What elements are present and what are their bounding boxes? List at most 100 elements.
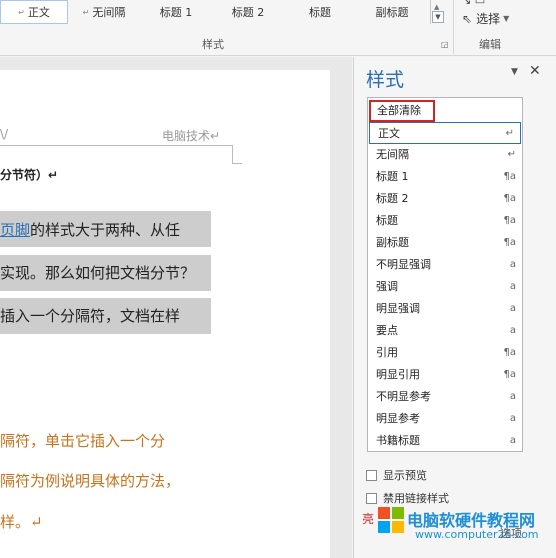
body-text-line: 隔符为例说明具体的方法，	[0, 470, 180, 491]
style-normal[interactable]: 正文 ↵	[369, 122, 521, 144]
gallery-style-label: 正文	[27, 6, 50, 19]
style-no-spacing[interactable]: 无间隔 ↵	[368, 144, 522, 166]
close-icon[interactable]: ✕	[529, 63, 541, 79]
cursor-arrow-icon: ⇖	[462, 11, 473, 26]
paragraph-mark-icon: ↵	[505, 128, 514, 139]
style-label: 引用	[376, 346, 398, 359]
pane-title: 样式	[366, 69, 405, 91]
group-divider	[453, 0, 454, 54]
body-text: 隔符为例说明具体的方法，	[0, 472, 181, 490]
linked-style-icon: ¶a	[503, 347, 517, 358]
gallery-style-title[interactable]: 标题	[284, 0, 356, 24]
style-label: 不明显强调	[376, 258, 431, 271]
styles-group-label: 样式	[202, 38, 224, 51]
show-preview-checkbox[interactable]: 显示预览	[366, 467, 427, 483]
header-corner-mark	[232, 145, 233, 163]
style-quote[interactable]: 引用 ¶a	[368, 342, 522, 364]
gallery-style-label: 标题	[309, 6, 331, 19]
gallery-style-no-spacing[interactable]: ↵ 无间隔	[68, 0, 140, 24]
gallery-style-label: 标题 1	[159, 6, 193, 19]
ribbon: ↘ ▭ ↵ 正文 ↵ 无间隔 标题 1 标题 2 标题 副标题 ▲ ▼ 样式 ◲…	[0, 0, 556, 56]
body-text-line: 隔符，单击它插入一个分	[0, 430, 165, 451]
style-gallery: ↵ 正文 ↵ 无间隔 标题 1 标题 2 标题 副标题	[0, 0, 428, 24]
header-corner-mark	[232, 163, 242, 164]
select-button[interactable]: ⇖ 选择 ▼	[462, 10, 509, 27]
body-text-line: 页脚的样式大于两种、从任	[0, 219, 180, 240]
body-text-line: 插入一个分隔符，文档在样	[0, 305, 180, 326]
character-style-icon: a	[509, 325, 516, 336]
body-text: 样。↵	[0, 513, 43, 531]
gallery-style-normal[interactable]: ↵ 正文	[0, 0, 68, 24]
style-label: 标题	[376, 214, 398, 227]
section-break-heading: 分节符）↵	[0, 168, 59, 182]
style-title[interactable]: 标题 ¶a	[368, 210, 522, 232]
style-label: 无间隔	[376, 148, 409, 161]
gallery-style-heading2[interactable]: 标题 2	[212, 0, 284, 24]
gallery-more-icon[interactable]: ▼	[432, 11, 444, 23]
header-rule	[0, 145, 232, 146]
document-page[interactable]: \/ 电脑技术↵ 分节符）↵ 页脚的样式大于两种、从任 实现。那么如何把文档分节…	[0, 70, 330, 558]
style-book-title[interactable]: 书籍标题 a	[368, 430, 522, 452]
site-watermark: 亮 电脑软硬件教程网 www.computer26.com 选项	[350, 503, 556, 558]
gallery-style-subtitle[interactable]: 副标题	[356, 0, 428, 24]
style-subtle-reference[interactable]: 不明显参考 a	[368, 386, 522, 408]
body-text: 插入一个分隔符，文档在样	[0, 307, 181, 325]
style-clear-all[interactable]: 全部清除	[369, 100, 435, 122]
checkbox-label: 显示预览	[383, 469, 427, 482]
character-style-icon: a	[509, 413, 516, 424]
options-link[interactable]: 选项	[500, 525, 522, 541]
style-label: 要点	[376, 324, 398, 337]
style-intense-quote[interactable]: 明显引用 ¶a	[368, 364, 522, 386]
character-style-icon: a	[509, 281, 516, 292]
body-text: 隔符，单击它插入一个分	[0, 432, 166, 450]
header-left-text: \/	[0, 127, 9, 141]
editing-group-label: 编辑	[479, 38, 501, 51]
gallery-scroll[interactable]: ▲ ▼	[430, 0, 444, 24]
linked-style-icon: ¶a	[503, 237, 517, 248]
style-heading2[interactable]: 标题 2 ¶a	[368, 188, 522, 210]
style-label: 明显参考	[376, 412, 420, 425]
pane-options-dropdown-icon[interactable]: ▼	[511, 67, 518, 77]
paragraph-mark-icon: ↵	[82, 7, 90, 17]
gallery-style-label: 副标题	[375, 6, 409, 19]
character-style-icon: a	[509, 303, 516, 314]
style-label: 副标题	[376, 236, 409, 249]
header-right-text: 电脑技术↵	[162, 129, 221, 143]
word-window: ↘ ▭ ↵ 正文 ↵ 无间隔 标题 1 标题 2 标题 副标题 ▲ ▼ 样式 ◲…	[0, 0, 556, 558]
linked-style-icon: ¶a	[503, 215, 517, 226]
style-intense-reference[interactable]: 明显参考 a	[368, 408, 522, 430]
style-subtitle[interactable]: 副标题 ¶a	[368, 232, 522, 254]
style-heading1[interactable]: 标题 1 ¶a	[368, 166, 522, 188]
character-style-icon: a	[509, 259, 516, 270]
chevron-up-icon[interactable]: ▲	[434, 3, 439, 11]
style-label: 正文	[378, 127, 400, 140]
style-emphasis[interactable]: 强调 a	[368, 276, 522, 298]
gallery-style-label: 无间隔	[92, 6, 126, 19]
paragraph-mark-icon: ↵	[18, 7, 25, 17]
style-label: 强调	[376, 280, 398, 293]
body-text: 实现。那么如何把文档分节？	[0, 264, 196, 282]
gallery-style-label: 标题 2	[231, 6, 265, 19]
style-label: 不明显参考	[376, 390, 431, 403]
ribbon-clipped-button[interactable]: ↘ ▭	[462, 0, 485, 7]
styles-pane: 样式 ▼ ✕ 全部清除 正文 ↵ 无间隔 ↵ 标题 1 ¶a 标题 2 ¶a 标…	[353, 57, 556, 558]
checkbox-box[interactable]	[366, 469, 377, 481]
style-intense-emphasis[interactable]: 明显强调 a	[368, 298, 522, 320]
style-label: 明显强调	[376, 302, 420, 315]
styles-list[interactable]: 全部清除 正文 ↵ 无间隔 ↵ 标题 1 ¶a 标题 2 ¶a 标题 ¶a 副标…	[367, 97, 523, 452]
style-label: 全部清除	[377, 104, 421, 117]
linked-style-icon: ¶a	[503, 193, 517, 204]
body-text-line: 实现。那么如何把文档分节？	[0, 262, 195, 283]
linked-style-icon: ¶a	[503, 369, 517, 380]
chevron-down-icon: ▼	[503, 14, 510, 23]
style-label: 标题 2	[376, 192, 409, 205]
dialog-launcher-icon[interactable]: ◲	[441, 40, 449, 49]
paragraph-mark-icon: ↵	[507, 149, 516, 160]
style-subtle-emphasis[interactable]: 不明显强调 a	[368, 254, 522, 276]
gallery-style-heading1[interactable]: 标题 1	[140, 0, 212, 24]
checkbox-box[interactable]	[366, 492, 377, 504]
footer-link[interactable]: 页脚	[0, 221, 30, 239]
character-style-icon: a	[509, 435, 516, 446]
linked-style-icon: ¶a	[503, 171, 517, 182]
style-strong[interactable]: 要点 a	[368, 320, 522, 342]
